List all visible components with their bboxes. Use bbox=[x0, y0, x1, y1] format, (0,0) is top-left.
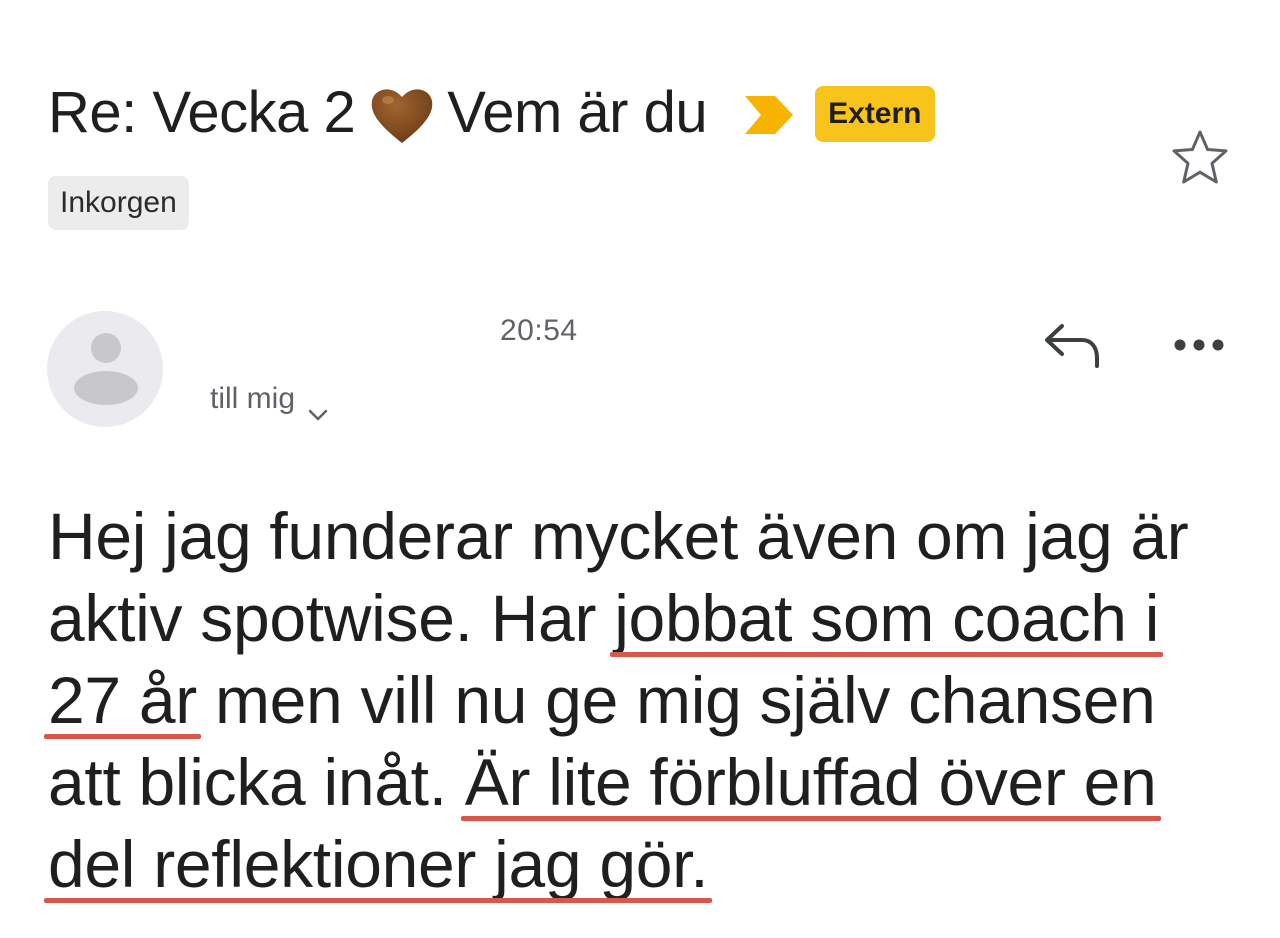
recipient-toggle[interactable]: till mig bbox=[210, 382, 329, 421]
star-icon[interactable] bbox=[1170, 128, 1230, 188]
avatar-head bbox=[91, 333, 121, 363]
external-badge: Extern bbox=[815, 86, 935, 142]
underlined-text: Är lite förbluffad över en bbox=[464, 745, 1157, 819]
message-body: Hej jag funderar mycket även om jag är a… bbox=[48, 495, 1238, 905]
avatar[interactable] bbox=[47, 311, 163, 427]
body-text-segment: aktiv spotwise. Har bbox=[48, 581, 615, 655]
body-line: Hej jag funderar mycket även om jag är bbox=[48, 495, 1238, 577]
chevron-down-icon bbox=[307, 396, 329, 421]
body-text-segment: att blicka inåt. bbox=[48, 745, 465, 819]
inbox-label-chip[interactable]: Inkorgen bbox=[48, 176, 189, 230]
email-subject: Re: Vecka 2 Vem är du Extern bbox=[48, 72, 935, 152]
underlined-text: 27 år bbox=[48, 663, 197, 737]
body-line: del reflektioner jag gör. bbox=[48, 823, 1238, 905]
recipient-label: till mig bbox=[210, 382, 296, 415]
avatar-body bbox=[74, 371, 138, 405]
reply-icon[interactable] bbox=[1042, 322, 1102, 368]
sender-name[interactable] bbox=[210, 318, 410, 352]
underlined-text: jobbat som coach i bbox=[614, 581, 1160, 655]
message-time: 20:54 bbox=[500, 314, 578, 347]
subject-prefix: Re: Vecka 2 bbox=[48, 79, 356, 145]
more-options-icon[interactable] bbox=[1172, 332, 1226, 358]
body-line: aktiv spotwise. Har jobbat som coach i bbox=[48, 577, 1238, 659]
body-text-segment: men vill nu ge mig själv chansen bbox=[196, 663, 1156, 737]
subject-suffix: Vem är du bbox=[447, 79, 708, 145]
body-line: att blicka inåt. Är lite förbluffad över… bbox=[48, 741, 1238, 823]
brown-heart-icon bbox=[369, 85, 435, 145]
importance-arrow-icon[interactable] bbox=[743, 94, 795, 136]
body-line: 27 år men vill nu ge mig själv chansen bbox=[48, 659, 1238, 741]
body-text-segment: Hej jag funderar mycket även om jag är bbox=[48, 499, 1189, 573]
underlined-text: del reflektioner jag gör. bbox=[48, 827, 709, 901]
